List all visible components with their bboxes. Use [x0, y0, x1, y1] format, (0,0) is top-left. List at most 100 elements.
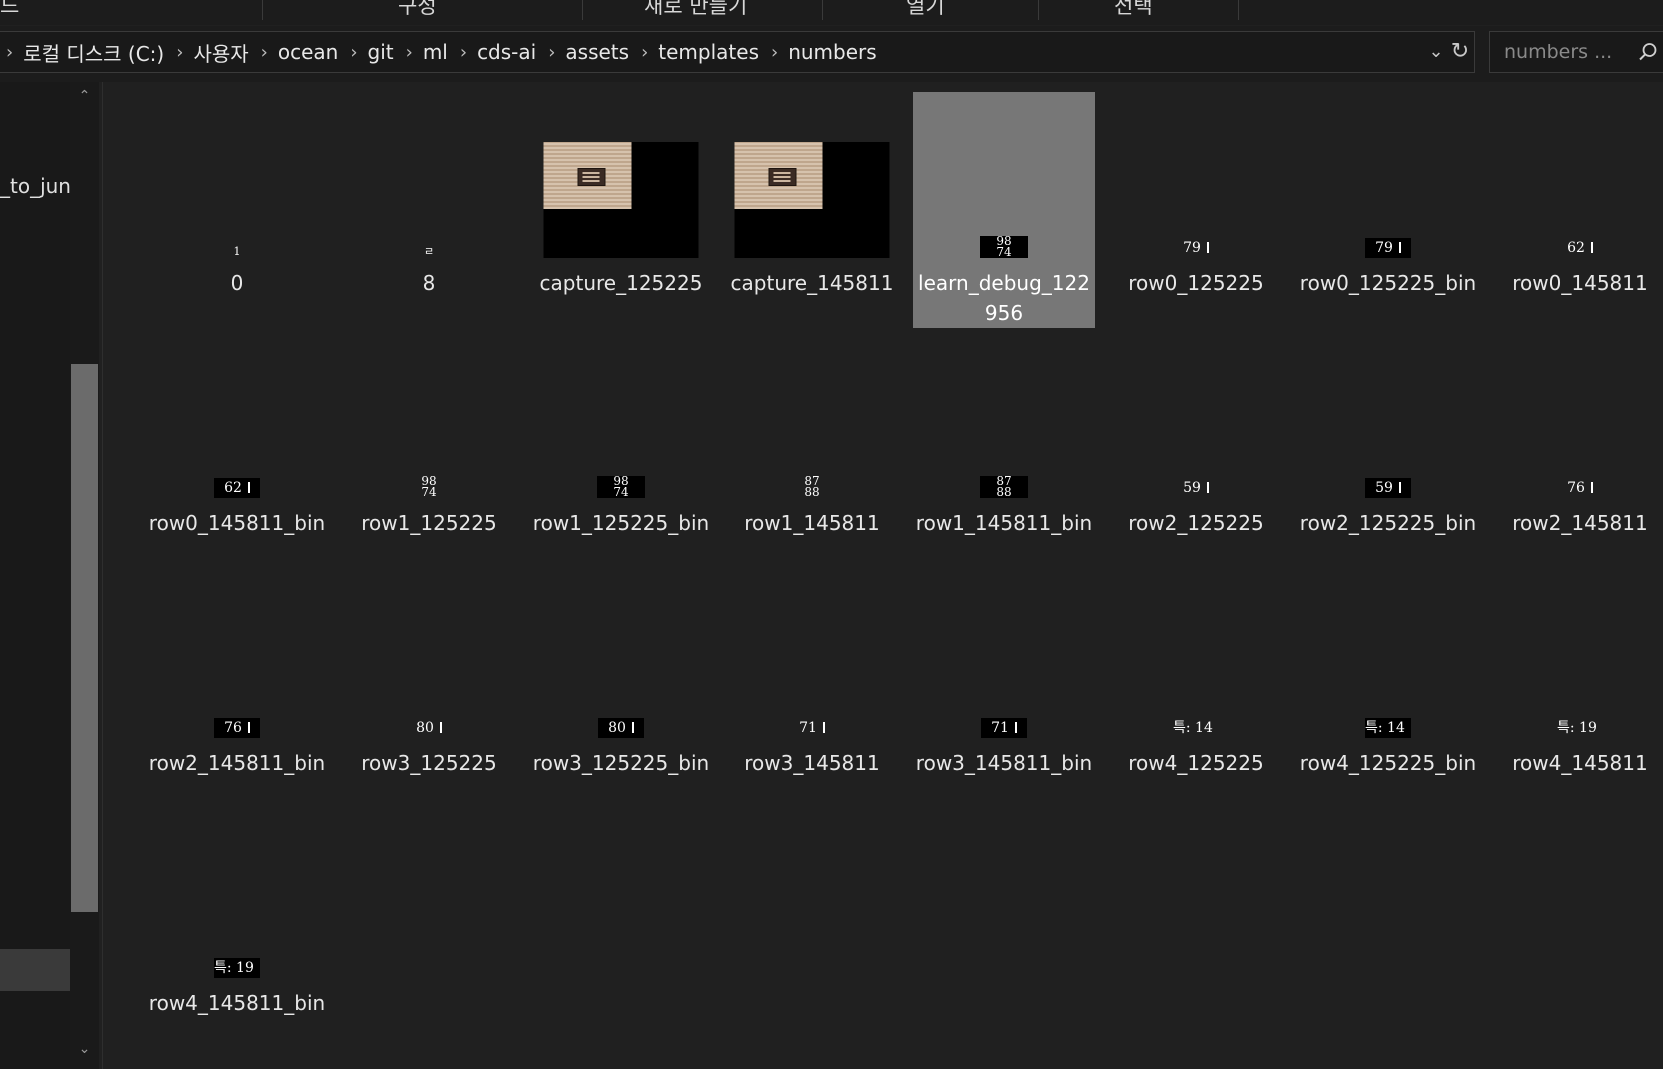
- file-item[interactable]: ㄹ8: [338, 92, 520, 328]
- thumbnail-mark: [631, 722, 634, 733]
- file-thumbnail: 1: [230, 246, 244, 258]
- file-name: capture_125225: [539, 271, 703, 295]
- file-name: learn_debug_122956: [918, 271, 1090, 325]
- file-item[interactable]: 76 row2_145811: [1489, 332, 1663, 568]
- breadcrumb-item-git[interactable]: git: [368, 40, 394, 64]
- scrollbar-thumb[interactable]: [71, 364, 98, 912]
- file-thumbnail: 71: [981, 718, 1027, 738]
- file-item[interactable]: 특: 14 row4_125225_bin: [1297, 572, 1479, 808]
- breadcrumb-item-ml[interactable]: ml: [423, 40, 448, 64]
- search-icon[interactable]: [1637, 41, 1659, 63]
- thumbnail-text: 79: [1375, 240, 1393, 256]
- thumbnail-text: 특: 19: [1557, 720, 1597, 736]
- file-name: row0_125225: [1128, 271, 1264, 295]
- thumbnail-detail: [768, 168, 797, 186]
- search-input[interactable]: [1504, 38, 1624, 66]
- file-name: row0_145811_bin: [148, 511, 326, 535]
- ribbon-item-open[interactable]: 열기: [906, 0, 945, 21]
- chevron-right-icon[interactable]: ›: [448, 42, 477, 63]
- scroll-down-arrow-icon[interactable]: ⌄: [70, 1041, 99, 1057]
- file-name: row4_125225_bin: [1299, 751, 1477, 775]
- nav-item-selected[interactable]: [0, 949, 70, 991]
- scroll-up-arrow-icon[interactable]: ⌃: [70, 88, 99, 104]
- breadcrumb-item-numbers[interactable]: numbers: [788, 40, 876, 64]
- thumbnail-text: 59: [1183, 480, 1201, 496]
- file-item[interactable]: 71 row3_145811_bin: [913, 572, 1095, 808]
- thumbnail-text: 79: [1183, 240, 1201, 256]
- file-item[interactable]: 특: 19 row4_145811_bin: [146, 812, 328, 1048]
- file-name: row1_145811_bin: [915, 511, 1093, 535]
- ribbon-divider: [262, 0, 263, 20]
- ribbon-item-partial[interactable]: 드: [0, 0, 19, 21]
- file-item[interactable]: 98 74 learn_debug_122956: [913, 92, 1095, 328]
- thumbnail-text: 특: 14: [1173, 720, 1213, 736]
- ribbon-item-organize[interactable]: 구성: [398, 0, 437, 21]
- file-item[interactable]: 87 88 row1_145811_bin: [913, 332, 1095, 568]
- address-row: › 로컬 디스크 (C:) › 사용자 › ocean › git › ml ›…: [0, 26, 1663, 82]
- breadcrumb-item-local-disk[interactable]: 로컬 디스크 (C:): [23, 38, 164, 67]
- thumbnail-text: 80: [608, 720, 626, 736]
- file-item[interactable]: 76 row2_145811_bin: [146, 572, 328, 808]
- chevron-right-icon[interactable]: ›: [629, 42, 658, 63]
- thumbnail-text: 71: [991, 720, 1009, 736]
- breadcrumb-item-cds-ai[interactable]: cds-ai: [477, 40, 536, 64]
- file-name: row1_125225: [361, 511, 497, 535]
- file-item[interactable]: 80 row3_125225_bin: [530, 572, 712, 808]
- search-box[interactable]: [1489, 31, 1663, 73]
- file-name: row2_145811: [1512, 511, 1648, 535]
- file-thumbnail: 98 74: [405, 476, 453, 498]
- chevron-right-icon[interactable]: ›: [0, 42, 23, 63]
- chevron-right-icon[interactable]: ›: [249, 42, 278, 63]
- file-name: row0_145811: [1512, 271, 1648, 295]
- ribbon-divider: [1238, 0, 1239, 20]
- file-item[interactable]: 특: 14 row4_125225: [1105, 572, 1287, 808]
- file-name: row2_145811_bin: [148, 751, 326, 775]
- chevron-right-icon[interactable]: ›: [759, 42, 788, 63]
- file-item[interactable]: 79 row0_125225_bin: [1297, 92, 1479, 328]
- file-name: capture_145811: [730, 271, 894, 295]
- file-item[interactable]: 80 row3_125225: [338, 572, 520, 808]
- chevron-right-icon[interactable]: ›: [536, 42, 565, 63]
- file-item[interactable]: 79 row0_125225: [1105, 92, 1287, 328]
- chevron-right-icon[interactable]: ›: [338, 42, 367, 63]
- file-thumbnail: 특: 14: [1365, 718, 1411, 738]
- breadcrumb-item-assets[interactable]: assets: [565, 40, 629, 64]
- nav-item-partial[interactable]: _to_jun: [0, 174, 70, 198]
- file-item[interactable]: 특: 19 row4_145811: [1489, 572, 1663, 808]
- file-item[interactable]: 62 row0_145811: [1489, 92, 1663, 328]
- breadcrumb-item-users[interactable]: 사용자: [193, 38, 248, 67]
- file-name: row4_125225: [1128, 751, 1264, 775]
- refresh-icon[interactable]: ↻: [1448, 32, 1472, 72]
- file-thumbnail: 87 88: [788, 476, 836, 498]
- file-item[interactable]: capture_125225: [530, 92, 712, 328]
- chevron-down-icon[interactable]: ⌄: [1424, 32, 1448, 72]
- file-item[interactable]: 59 row2_125225_bin: [1297, 332, 1479, 568]
- thumbnail-text: 87 88: [804, 476, 820, 498]
- file-item[interactable]: 87 88 row1_145811: [721, 332, 903, 568]
- file-thumbnail: 특: 19: [1557, 718, 1603, 738]
- file-item[interactable]: capture_145811: [721, 92, 903, 328]
- file-name: 8: [422, 271, 436, 295]
- breadcrumb-item-ocean[interactable]: ocean: [278, 40, 338, 64]
- thumbnail-text: 76: [224, 720, 242, 736]
- thumbnail-text: 98 74: [996, 236, 1012, 258]
- file-item[interactable]: 98 74 row1_125225_bin: [530, 332, 712, 568]
- ribbon-item-new[interactable]: 새로 만들기: [644, 0, 747, 21]
- file-item[interactable]: 71 row3_145811: [721, 572, 903, 808]
- file-item[interactable]: 62 row0_145811_bin: [146, 332, 328, 568]
- navigation-pane: _to_jun: [0, 82, 70, 1069]
- file-thumbnail: [734, 142, 890, 258]
- file-name: 0: [230, 271, 244, 295]
- address-bar[interactable]: › 로컬 디스크 (C:) › 사용자 › ocean › git › ml ›…: [0, 31, 1475, 73]
- ribbon-item-select[interactable]: 선택: [1114, 0, 1153, 21]
- breadcrumb-item-templates[interactable]: templates: [658, 40, 759, 64]
- file-item[interactable]: 98 74 row1_125225: [338, 332, 520, 568]
- file-item[interactable]: 59 row2_125225: [1105, 332, 1287, 568]
- file-list: 1 0 ㄹ 8 capture_125225 capture_145811 98 74 lea…: [103, 82, 1663, 1069]
- thumbnail-mark: [247, 482, 250, 493]
- thumbnail-text: 특: 14: [1365, 720, 1405, 736]
- chevron-right-icon[interactable]: ›: [394, 42, 423, 63]
- nav-scrollbar[interactable]: ⌃ ⌄: [70, 82, 99, 1069]
- chevron-right-icon[interactable]: ›: [164, 42, 193, 63]
- file-item[interactable]: 10: [146, 92, 328, 328]
